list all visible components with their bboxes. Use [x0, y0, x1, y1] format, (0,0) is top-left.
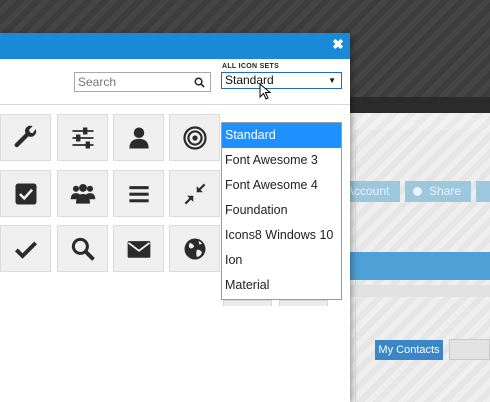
- dropdown-option-icons8-windows-10[interactable]: Icons8 Windows 10: [222, 223, 341, 248]
- wrench-icon: [14, 125, 36, 147]
- icon-tile[interactable]: [113, 170, 164, 217]
- icon-tile[interactable]: [0, 114, 51, 161]
- menu-icon: [128, 185, 149, 202]
- compress-icon: [184, 183, 205, 204]
- target-icon: [182, 125, 207, 150]
- search-box: [74, 72, 211, 92]
- extra-button[interactable]: [476, 181, 490, 202]
- icon-tile[interactable]: [57, 114, 108, 161]
- close-icon[interactable]: ✖: [332, 37, 344, 51]
- mouse-cursor-icon: [259, 83, 272, 100]
- search-input[interactable]: [75, 73, 190, 91]
- icon-picker-modal: ✖ ALL ICON SETS Standard ▼: [0, 33, 350, 402]
- icon-set-dropdown-list: Standard Font Awesome 3 Font Awesome 4 F…: [221, 122, 342, 300]
- icon-tile[interactable]: [113, 225, 164, 272]
- dropdown-option-ion[interactable]: Ion: [222, 248, 341, 273]
- icon-tile[interactable]: [279, 300, 328, 306]
- share-button[interactable]: Share: [405, 181, 471, 202]
- icon-tile[interactable]: [0, 170, 51, 217]
- share-globe-icon: [413, 187, 422, 196]
- background-blue-strip: [340, 252, 490, 280]
- secondary-button[interactable]: [449, 339, 490, 360]
- envelope-icon: [127, 240, 150, 258]
- user-icon: [128, 127, 149, 148]
- chevron-down-icon: ▼: [328, 76, 336, 85]
- icon-tile[interactable]: [169, 225, 220, 272]
- search-icon: [71, 237, 95, 261]
- icon-tile[interactable]: [223, 300, 272, 306]
- icon-tile[interactable]: [57, 170, 108, 217]
- dropdown-option-material[interactable]: Material: [222, 273, 341, 298]
- dropdown-option-foundation[interactable]: Foundation: [222, 198, 341, 223]
- icon-tile[interactable]: [169, 114, 220, 161]
- icon-set-select[interactable]: Standard ▼: [221, 72, 342, 89]
- icon-set-label: ALL ICON SETS: [222, 63, 280, 70]
- icon-tile[interactable]: [0, 225, 51, 272]
- my-contacts-button[interactable]: My Contacts: [375, 340, 443, 360]
- globe-icon: [184, 238, 205, 259]
- share-label: Share: [429, 184, 462, 198]
- background-gray-strip: [340, 285, 490, 297]
- modal-header: ✖: [0, 33, 350, 59]
- checkbox-icon: [15, 183, 36, 204]
- icon-tile[interactable]: [169, 170, 220, 217]
- divider: [0, 104, 350, 105]
- checkmark-icon: [14, 240, 37, 259]
- icon-tile[interactable]: [113, 114, 164, 161]
- icon-tile[interactable]: [57, 225, 108, 272]
- search-icon[interactable]: [194, 77, 205, 88]
- sliders-icon: [72, 127, 93, 148]
- dropdown-option-font-awesome-4[interactable]: Font Awesome 4: [222, 173, 341, 198]
- dropdown-option-font-awesome-3[interactable]: Font Awesome 3: [222, 148, 341, 173]
- dropdown-option-standard[interactable]: Standard: [222, 123, 341, 148]
- users-icon: [70, 183, 95, 204]
